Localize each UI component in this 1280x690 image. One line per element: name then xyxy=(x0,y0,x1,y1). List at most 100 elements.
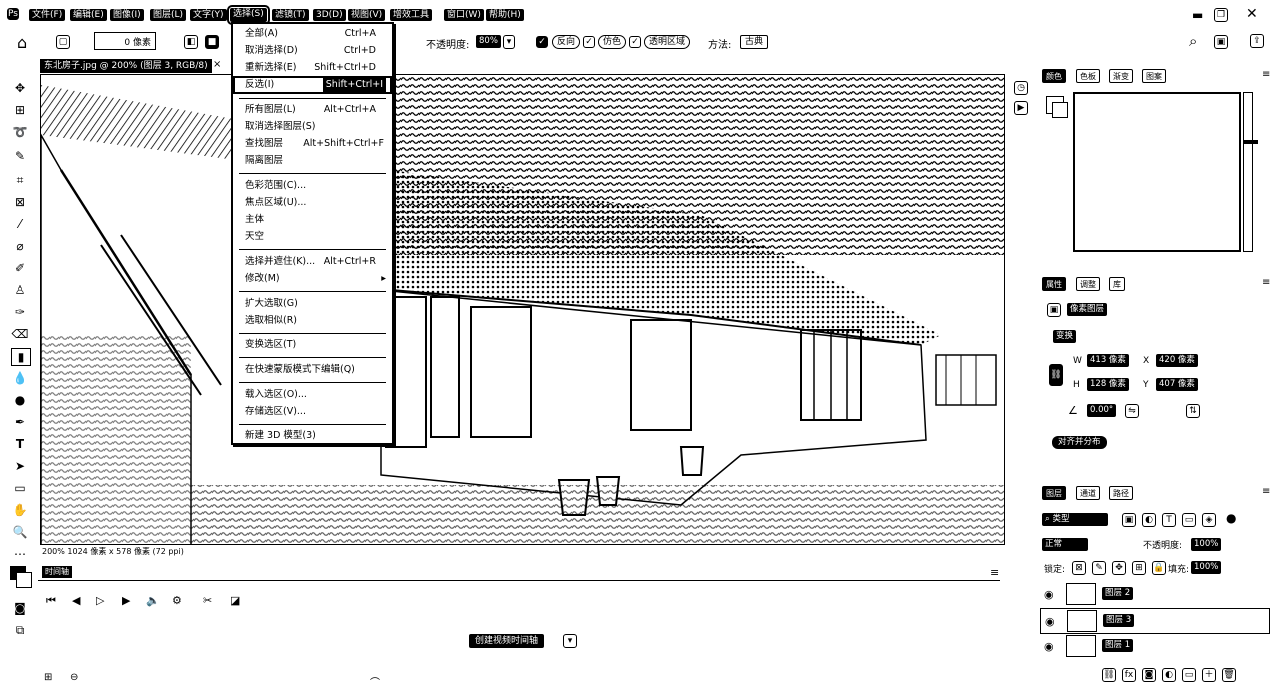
next-frame-icon[interactable]: ▶ xyxy=(122,594,130,607)
go-first-frame-icon[interactable]: ⏮ xyxy=(46,594,56,608)
quick-select-tool-icon[interactable]: ✎ xyxy=(11,148,29,164)
blur-tool-icon[interactable]: 💧 xyxy=(11,370,29,386)
angle-input[interactable]: 0.00° xyxy=(1087,404,1117,417)
healing-tool-icon[interactable]: ⌀ xyxy=(11,238,29,254)
method-select[interactable]: 古典 xyxy=(740,35,769,49)
lock-transparent-icon[interactable]: ⊠ xyxy=(1072,561,1086,575)
y-input[interactable]: 407 像素 xyxy=(1156,378,1198,391)
lock-image-icon[interactable]: ✎ xyxy=(1092,561,1106,575)
menu-edit[interactable]: 编辑(E) xyxy=(70,9,107,21)
menu-filter[interactable]: 滤镜(T) xyxy=(272,9,309,21)
x-input[interactable]: 420 像素 xyxy=(1156,354,1198,367)
lasso-tool-icon[interactable]: ➰ xyxy=(11,124,29,140)
tab-swatches[interactable]: 色板 xyxy=(1076,69,1100,83)
opacity-dropdown-icon[interactable]: ▾ xyxy=(503,35,515,49)
history-panel-icon[interactable]: ◷ xyxy=(1014,81,1028,95)
eyedropper-tool-icon[interactable]: ⁄ xyxy=(11,216,29,232)
image-canvas[interactable] xyxy=(40,74,1005,545)
restore-icon[interactable]: ❐ xyxy=(1214,8,1228,22)
layer-row[interactable]: ◉ 图层 2 xyxy=(1040,582,1270,608)
menu-window[interactable]: 窗口(W) xyxy=(444,9,484,21)
shape-tool-icon[interactable]: ▭ xyxy=(11,480,29,496)
size-input[interactable]: 0 像素 xyxy=(94,32,156,50)
convert-frames-icon[interactable]: ⊞ xyxy=(44,672,52,683)
flip-horizontal-icon[interactable]: ⇋ xyxy=(1125,404,1139,418)
eraser-tool-icon[interactable]: ⌫ xyxy=(11,326,29,342)
link-layers-icon[interactable]: ⛓ xyxy=(1102,668,1116,682)
menu-item-all-layers[interactable]: 所有图层(L) Alt+Ctrl+A xyxy=(245,103,386,117)
home-icon[interactable]: ⌂ xyxy=(17,33,27,52)
menu-item-transform-selection[interactable]: 变换选区(T) xyxy=(245,338,386,352)
mode-icon-1[interactable]: ◧ xyxy=(184,35,198,49)
color-picker-field[interactable] xyxy=(1073,92,1241,252)
menu-item-sky[interactable]: 天空 xyxy=(245,230,386,244)
properties-menu-icon[interactable]: ≡ xyxy=(1262,277,1270,288)
zoom-tool-icon[interactable]: 🔍 xyxy=(11,524,29,540)
menu-item-quick-mask[interactable]: 在快速蒙版模式下编辑(Q) xyxy=(245,363,386,377)
lock-all-icon[interactable]: 🔒 xyxy=(1152,561,1166,575)
layer-row-selected[interactable]: ◉ 图层 3 xyxy=(1040,608,1270,634)
menu-item-new-3d[interactable]: 新建 3D 模型(3) xyxy=(245,429,386,443)
menu-item-color-range[interactable]: 色彩范围(C)... xyxy=(245,179,386,193)
new-layer-icon[interactable]: ＋ xyxy=(1202,668,1216,682)
tool-preset-icon[interactable]: ▢ xyxy=(56,35,70,49)
lock-artboard-icon[interactable]: ⊞ xyxy=(1132,561,1146,575)
bg-color-chip[interactable] xyxy=(1052,102,1068,118)
split-icon[interactable]: ✂ xyxy=(203,594,212,607)
menu-plugins[interactable]: 增效工具 xyxy=(390,9,433,21)
menu-item-grow[interactable]: 扩大选取(G) xyxy=(245,297,386,311)
visibility-eye-icon[interactable]: ◉ xyxy=(1045,615,1055,628)
zoom-out-timeline-icon[interactable]: ⊖ xyxy=(70,672,78,683)
path-select-tool-icon[interactable]: ➤ xyxy=(11,458,29,474)
frame-tool-icon[interactable]: ⊠ xyxy=(11,194,29,210)
layer-row[interactable]: ◉ 图层 1 xyxy=(1040,634,1270,660)
type-tool-icon[interactable]: T xyxy=(11,436,29,452)
layer-name[interactable]: 图层 3 xyxy=(1103,614,1135,627)
reverse-checkbox[interactable]: ✓ xyxy=(536,36,548,48)
tab-paths[interactable]: 路径 xyxy=(1109,486,1133,500)
visibility-eye-icon[interactable]: ◉ xyxy=(1044,588,1054,601)
crop-tool-icon[interactable]: ⌗ xyxy=(11,172,29,188)
hue-slider-handle[interactable] xyxy=(1244,140,1258,144)
layer-filter-select[interactable]: ⌕ 类型 xyxy=(1042,513,1108,526)
menu-image[interactable]: 图像(I) xyxy=(110,9,144,21)
tab-gradients[interactable]: 渐变 xyxy=(1109,69,1133,83)
layer-name[interactable]: 图层 1 xyxy=(1102,639,1134,652)
actions-panel-icon[interactable]: ▶ xyxy=(1014,101,1028,115)
hand-tool-icon[interactable]: ✋ xyxy=(11,502,29,518)
menu-item-save-selection[interactable]: 存储选区(V)... xyxy=(245,405,386,419)
menu-item-load-selection[interactable]: 载入选区(O)... xyxy=(245,388,386,402)
timeline-menu-icon[interactable]: ≡ xyxy=(990,566,999,579)
transparency-checkbox[interactable]: ✓ xyxy=(629,36,641,48)
menu-file[interactable]: 文件(F) xyxy=(29,9,66,21)
menu-item-isolate-layers[interactable]: 隔离图层 xyxy=(245,154,386,168)
quick-mask-icon[interactable]: ◙ xyxy=(11,600,29,616)
filter-type-icon[interactable]: T xyxy=(1162,513,1176,527)
mode-icon-2[interactable]: ■ xyxy=(205,35,219,49)
tab-color[interactable]: 颜色 xyxy=(1042,69,1066,83)
new-group-icon[interactable]: ▭ xyxy=(1182,668,1196,682)
tab-adjustments[interactable]: 调整 xyxy=(1076,277,1100,291)
visibility-eye-icon[interactable]: ◉ xyxy=(1044,640,1054,653)
tab-patterns[interactable]: 图案 xyxy=(1142,69,1166,83)
menu-item-find-layers[interactable]: 查找图层 Alt+Shift+Ctrl+F xyxy=(245,137,386,151)
tab-channels[interactable]: 通道 xyxy=(1076,486,1100,500)
filter-smart-icon[interactable]: ◈ xyxy=(1202,513,1216,527)
gradient-tool-icon[interactable]: ▮ xyxy=(11,348,31,366)
layer-opacity-input[interactable]: 100% xyxy=(1191,538,1222,551)
menu-view[interactable]: 视图(V) xyxy=(348,9,386,21)
timeline-dropdown-icon[interactable]: ▾ xyxy=(563,634,577,648)
menu-item-similar[interactable]: 选取相似(R) xyxy=(245,314,386,328)
screen-mode-icon[interactable]: ⧉ xyxy=(11,622,29,638)
layers-menu-icon[interactable]: ≡ xyxy=(1262,486,1270,497)
menu-item-deselect[interactable]: 取消选择(D) Ctrl+D xyxy=(245,44,386,58)
layer-style-icon[interactable]: fx xyxy=(1122,668,1136,682)
close-icon[interactable]: ✕ xyxy=(1246,6,1258,22)
width-input[interactable]: 413 像素 xyxy=(1087,354,1129,367)
link-dimensions-icon[interactable]: ⛓ xyxy=(1049,364,1063,386)
dodge-tool-icon[interactable]: ● xyxy=(11,392,29,408)
document-tab-close-icon[interactable]: × xyxy=(213,59,221,70)
opacity-value[interactable]: 80% xyxy=(476,35,501,48)
pen-tool-icon[interactable]: ✒ xyxy=(11,414,29,430)
filter-adjust-icon[interactable]: ◐ xyxy=(1142,513,1156,527)
